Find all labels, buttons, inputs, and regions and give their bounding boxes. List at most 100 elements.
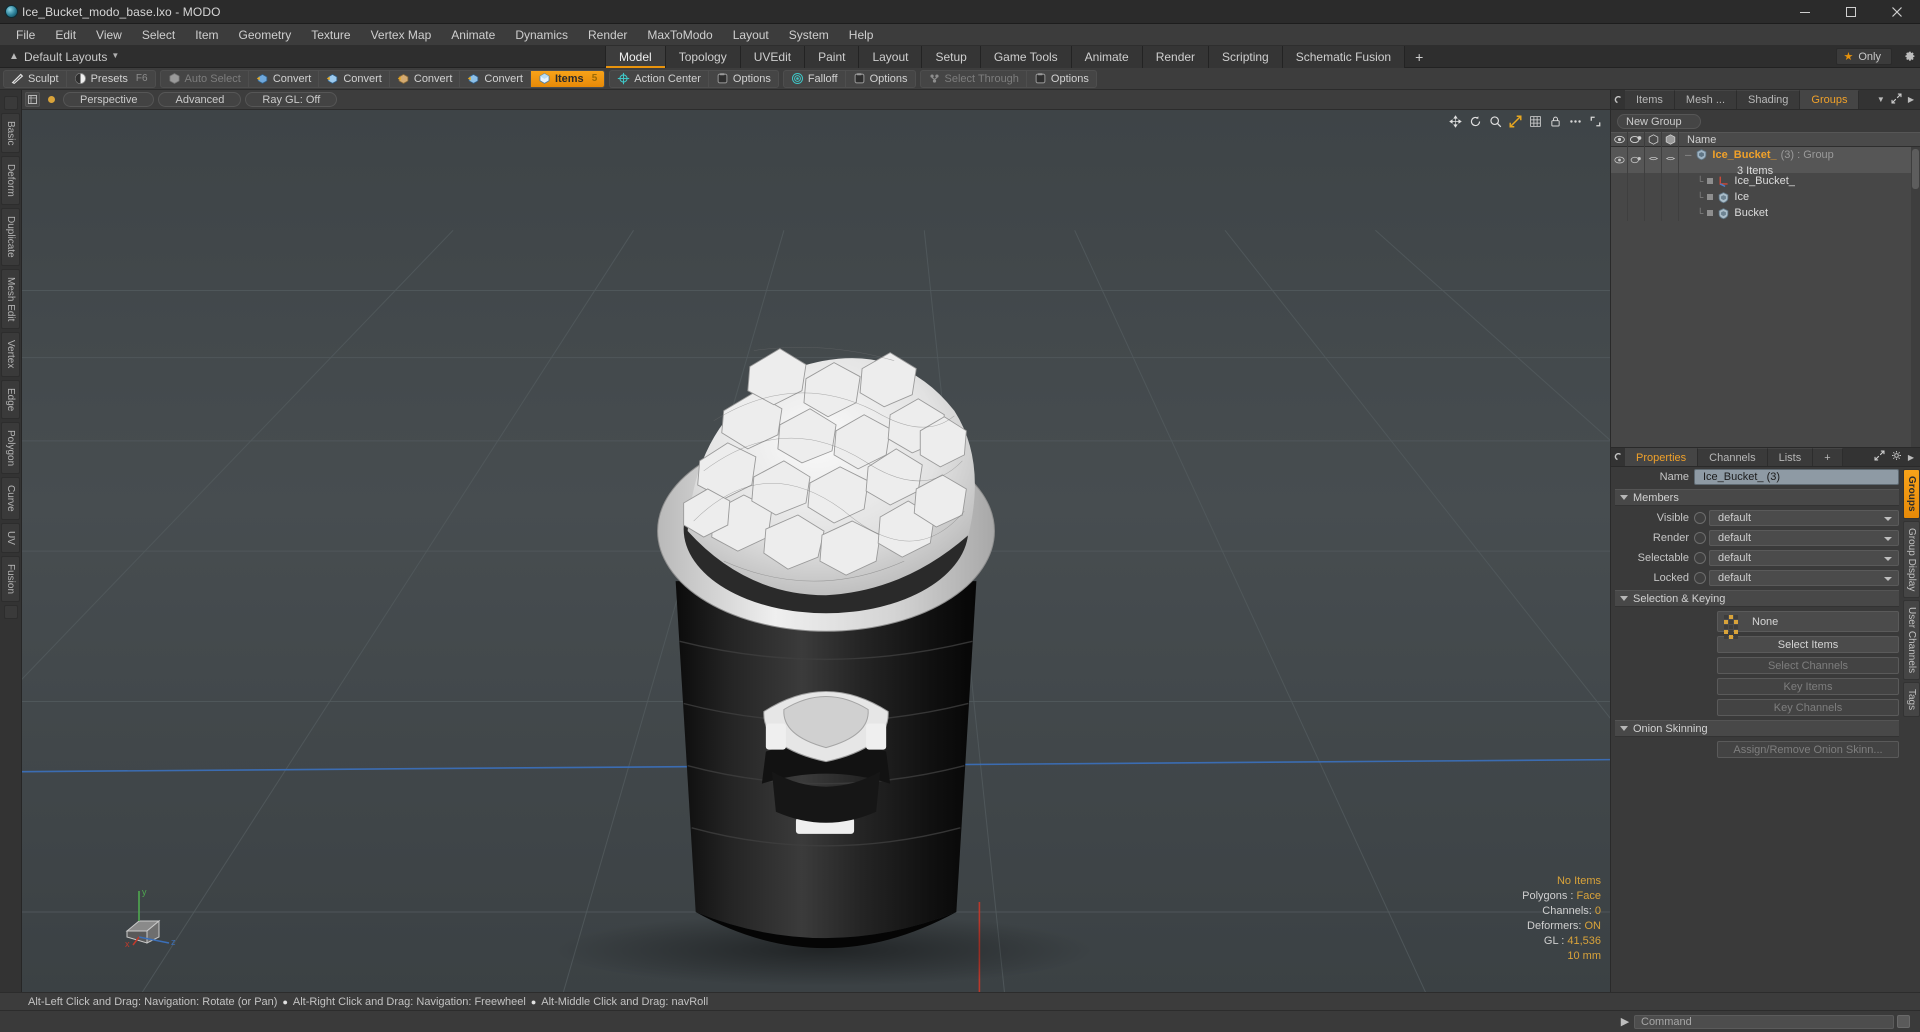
new-group-button[interactable]: New Group bbox=[1617, 114, 1701, 129]
groups-tab-shading[interactable]: Shading bbox=[1737, 90, 1801, 109]
left-rail-tab-deform[interactable]: Deform bbox=[1, 156, 20, 206]
side-tab-tags[interactable]: Tags bbox=[1903, 682, 1920, 718]
side-tab-user-channels[interactable]: User Channels bbox=[1903, 599, 1920, 681]
panel-menu-dot-icon[interactable] bbox=[1611, 448, 1625, 466]
menu-item-dynamics[interactable]: Dynamics bbox=[505, 25, 578, 45]
only-button[interactable]: ★ Only bbox=[1835, 48, 1892, 65]
side-tab-groups[interactable]: Groups bbox=[1903, 469, 1920, 519]
section-header-members[interactable]: Members bbox=[1615, 489, 1899, 506]
property-radio[interactable] bbox=[1694, 512, 1706, 524]
gear-icon[interactable] bbox=[1898, 48, 1920, 66]
menu-item-file[interactable]: File bbox=[6, 25, 45, 45]
left-rail-tab-mesh-edit[interactable]: Mesh Edit bbox=[1, 268, 20, 330]
groups-tab-items[interactable]: Items bbox=[1625, 90, 1675, 109]
menu-item-system[interactable]: System bbox=[779, 25, 839, 45]
left-rail-tab-vertex[interactable]: Vertex bbox=[1, 332, 20, 377]
tool-button-convert[interactable]: Convert bbox=[390, 70, 461, 87]
add-layout-tab-button[interactable]: + bbox=[1405, 46, 1433, 68]
tool-button-convert[interactable]: Convert bbox=[460, 70, 531, 87]
row-toggle-cell[interactable] bbox=[1628, 205, 1645, 221]
tool-button-convert[interactable]: Convert bbox=[249, 70, 320, 87]
fit-view-icon[interactable] bbox=[1509, 115, 1522, 133]
rotate-view-icon[interactable] bbox=[1469, 115, 1482, 133]
menu-item-animate[interactable]: Animate bbox=[441, 25, 505, 45]
row-toggle-cell[interactable] bbox=[1662, 173, 1679, 189]
left-rail-tab-basic[interactable]: Basic bbox=[1, 113, 20, 154]
tree-node-icon[interactable] bbox=[1707, 178, 1714, 184]
button-select-items[interactable]: Select Items bbox=[1717, 636, 1899, 653]
layout-tab-setup[interactable]: Setup bbox=[922, 45, 981, 68]
property-radio[interactable] bbox=[1694, 532, 1706, 544]
table-row[interactable]: └ Ice bbox=[1611, 189, 1920, 205]
viewport-raygl-toggle[interactable]: Ray GL: Off bbox=[245, 92, 338, 107]
groups-tree-body[interactable]: ─ Ice_Bucket_ (3) : Group 3 Items └ Ice_Bucke… bbox=[1611, 147, 1920, 447]
row-eye-icon[interactable] bbox=[1611, 147, 1628, 173]
left-rail-tab-uv[interactable]: UV bbox=[1, 522, 20, 553]
left-rail-tab-fusion[interactable]: Fusion bbox=[1, 555, 20, 602]
tool-button-options[interactable]: Options bbox=[846, 71, 915, 87]
property-radio[interactable] bbox=[1694, 572, 1706, 584]
row-toggle-cell[interactable] bbox=[1611, 189, 1628, 205]
lock-view-icon[interactable] bbox=[1549, 115, 1562, 133]
row-shaded-cube-icon[interactable] bbox=[1662, 147, 1679, 173]
table-row[interactable]: └ Ice_Bucket_ bbox=[1611, 173, 1920, 189]
properties-tab-properties[interactable]: Properties bbox=[1625, 448, 1699, 466]
groups-tab-mesh-[interactable]: Mesh ... bbox=[1674, 90, 1738, 109]
layout-tab-render[interactable]: Render bbox=[1142, 45, 1210, 68]
expand-view-icon[interactable] bbox=[1589, 115, 1602, 133]
row-wireframe-cube-icon[interactable] bbox=[1645, 147, 1662, 173]
tool-button-falloff[interactable]: Falloff bbox=[784, 70, 846, 87]
row-render-icon[interactable] bbox=[1628, 147, 1645, 173]
menu-item-item[interactable]: Item bbox=[185, 25, 228, 45]
chevron-right-icon[interactable]: ▶ bbox=[1616, 1015, 1634, 1028]
layout-selector[interactable]: ▲ Default Layouts ▼ bbox=[0, 50, 605, 64]
menu-item-select[interactable]: Select bbox=[132, 25, 185, 45]
minimize-icon[interactable] bbox=[1782, 0, 1828, 24]
section-header-onion-skinning[interactable]: Onion Skinning bbox=[1615, 720, 1899, 737]
options-view-icon[interactable] bbox=[1569, 115, 1582, 133]
tool-button-convert[interactable]: Convert bbox=[319, 70, 390, 87]
section-header-selection-keying[interactable]: Selection & Keying bbox=[1615, 590, 1899, 607]
tool-button-action-center[interactable]: Action Center bbox=[610, 70, 709, 87]
groups-tree-scrollbar[interactable] bbox=[1911, 147, 1920, 447]
property-dropdown-selectable[interactable]: default bbox=[1709, 550, 1899, 566]
row-toggle-cell[interactable] bbox=[1645, 205, 1662, 221]
tool-button-options[interactable]: Options bbox=[1027, 71, 1096, 87]
tool-button-sculpt[interactable]: Sculpt bbox=[4, 70, 67, 87]
close-icon[interactable] bbox=[1874, 0, 1920, 24]
side-tab-group-display[interactable]: Group Display bbox=[1903, 520, 1920, 598]
name-field[interactable]: Ice_Bucket_ (3) bbox=[1694, 469, 1899, 485]
property-dropdown-locked[interactable]: default bbox=[1709, 570, 1899, 586]
layout-tab-topology[interactable]: Topology bbox=[665, 45, 741, 68]
execute-icon[interactable] bbox=[1897, 1015, 1910, 1028]
layout-tab-layout[interactable]: Layout bbox=[859, 45, 923, 68]
expand-panel-icon[interactable] bbox=[1874, 448, 1885, 466]
left-rail-tab-duplicate[interactable]: Duplicate bbox=[1, 208, 20, 266]
left-rail-tab-polygon[interactable]: Polygon bbox=[1, 422, 20, 475]
axis-gizmo[interactable]: y z x bbox=[117, 885, 179, 952]
menu-item-geometry[interactable]: Geometry bbox=[229, 25, 302, 45]
menu-item-help[interactable]: Help bbox=[839, 25, 884, 45]
maximize-icon[interactable] bbox=[1828, 0, 1874, 24]
layout-tab-schematic-fusion[interactable]: Schematic Fusion bbox=[1282, 45, 1406, 68]
property-dropdown-visible[interactable]: default bbox=[1709, 510, 1899, 526]
layout-tab-game-tools[interactable]: Game Tools bbox=[980, 45, 1072, 68]
menu-item-texture[interactable]: Texture bbox=[301, 25, 360, 45]
tree-node-icon[interactable] bbox=[1707, 210, 1714, 216]
chevron-right-icon[interactable]: ▶ bbox=[1908, 95, 1914, 104]
row-toggle-cell[interactable] bbox=[1662, 205, 1679, 221]
tree-expand-icon[interactable]: ─ bbox=[1685, 150, 1691, 160]
zoom-view-icon[interactable] bbox=[1489, 115, 1502, 133]
property-radio[interactable] bbox=[1694, 552, 1706, 564]
row-toggle-cell[interactable] bbox=[1662, 189, 1679, 205]
viewport-layout-icon[interactable] bbox=[25, 92, 40, 107]
left-rail-tab-curve[interactable]: Curve bbox=[1, 477, 20, 520]
shaded-cube-icon[interactable] bbox=[1662, 132, 1679, 147]
property-dropdown-render[interactable]: default bbox=[1709, 530, 1899, 546]
tree-node-icon[interactable] bbox=[1707, 194, 1714, 200]
menu-item-vertex-map[interactable]: Vertex Map bbox=[361, 25, 442, 45]
left-rail-more-icon[interactable] bbox=[3, 604, 18, 619]
tool-button-options[interactable]: Options bbox=[709, 71, 778, 87]
chevron-right-icon[interactable]: ▶ bbox=[1908, 453, 1914, 462]
chevron-down-icon[interactable]: ▼ bbox=[1877, 95, 1885, 104]
